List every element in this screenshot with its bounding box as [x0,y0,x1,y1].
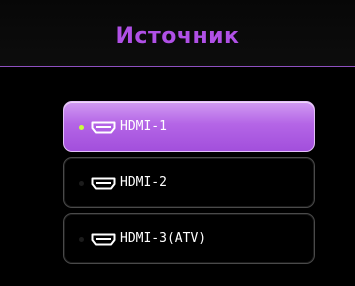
source-label: HDMI-1 [120,119,167,134]
source-label: HDMI-2 [120,175,167,190]
source-item-hdmi-3-atv[interactable]: HDMI-3(ATV) [63,213,315,264]
source-item-hdmi-1[interactable]: HDMI-1 [63,101,315,152]
selected-indicator-dot [79,125,84,130]
header-divider [0,66,355,67]
hdmi-connector-icon [91,177,116,190]
menu-header: Источник [0,0,355,66]
source-label: HDMI-3(ATV) [120,231,207,246]
hdmi-connector-icon [91,233,116,246]
inactive-indicator-dot [79,237,84,242]
source-menu-osd: Источник HDMI-1 HDMI-2 HDMI-3(ATV) [0,0,355,286]
inactive-indicator-dot [79,181,84,186]
menu-title: Источник [115,24,240,49]
source-item-hdmi-2[interactable]: HDMI-2 [63,157,315,208]
hdmi-connector-icon [91,121,116,134]
source-list: HDMI-1 HDMI-2 HDMI-3(ATV) [63,101,315,269]
